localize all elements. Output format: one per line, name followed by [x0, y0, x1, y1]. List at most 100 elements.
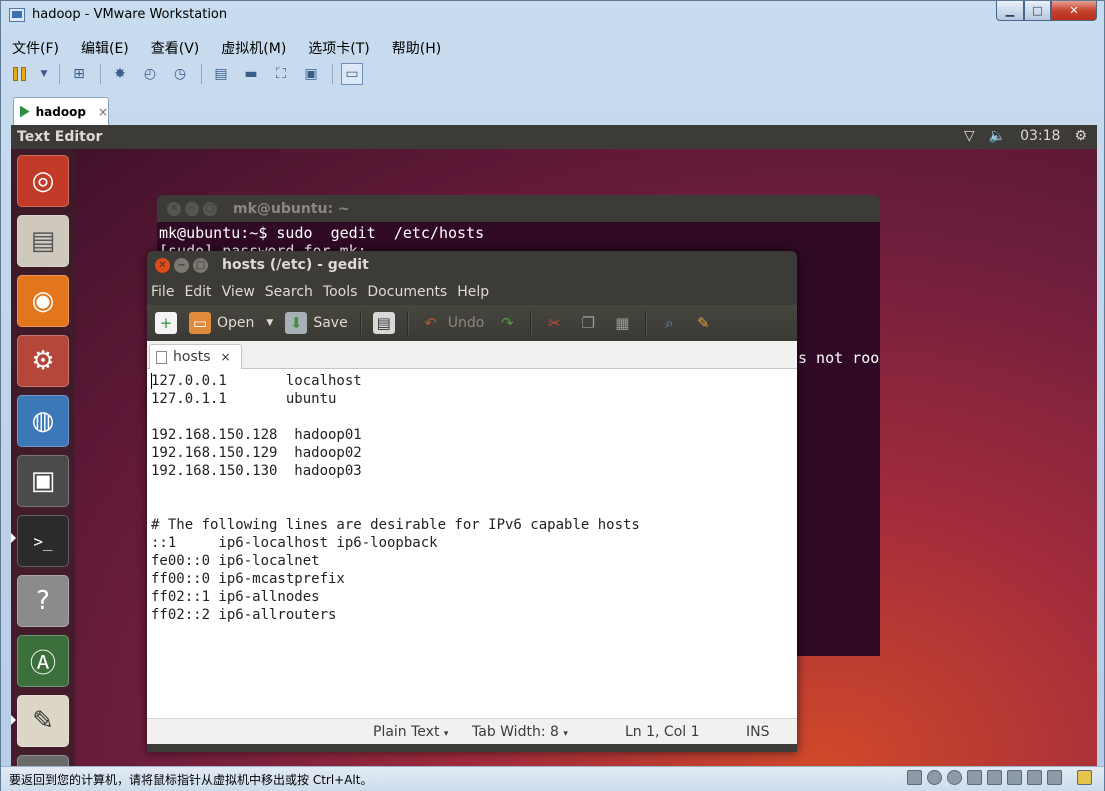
gear-icon[interactable]: ⚙ [1074, 128, 1087, 144]
menu-edit[interactable]: 编辑(E) [78, 37, 132, 59]
stretch-guest-icon[interactable]: ▭ [341, 63, 363, 85]
gedit-statusbar: Plain Text ▾ Tab Width: 8 ▾ Ln 1, Col 1 … [147, 718, 797, 744]
print-button[interactable]: ▤ [372, 312, 395, 334]
help-icon[interactable]: ? [17, 575, 69, 627]
network-icon[interactable] [967, 770, 982, 785]
files-icon[interactable]: ▤ [17, 215, 69, 267]
tab-hadoop[interactable]: hadoop × [13, 97, 109, 125]
paste-button[interactable]: ▦ [611, 312, 633, 334]
system-settings-icon[interactable]: ⚙ [17, 335, 69, 387]
vmware-app-icon [9, 8, 25, 22]
new-document-button[interactable]: + [155, 312, 177, 334]
snapshot-manager-icon[interactable]: ◷ [169, 63, 191, 85]
firefox-icon[interactable]: ◉ [17, 275, 69, 327]
cd-dvd-icon[interactable] [947, 770, 962, 785]
unity-mode-icon[interactable]: ▣ [300, 63, 322, 85]
menu-view[interactable]: 查看(V) [148, 37, 203, 59]
copy-button[interactable]: ❐ [577, 312, 599, 334]
tab-hosts[interactable]: hosts × [149, 344, 242, 369]
dropdown-arrow-icon: ▾ [563, 729, 568, 739]
paste-icon: ▦ [615, 314, 630, 332]
doc-line: 192.168.150.130 hadoop03 [151, 463, 362, 479]
undo-icon: ↶ [424, 314, 437, 332]
hard-disk-icon[interactable] [907, 770, 922, 785]
gedit-menu-edit[interactable]: Edit [184, 284, 211, 300]
workspaces-icon[interactable]: ◍ [17, 395, 69, 447]
menu-vm[interactable]: 虚拟机(M) [218, 37, 289, 59]
gedit-menu-file[interactable]: File [151, 284, 174, 300]
syntax-selector[interactable]: Plain Text ▾ [373, 724, 448, 740]
document-icon [156, 350, 167, 364]
save-disk-icon[interactable]: ▣ [17, 455, 69, 507]
menu-file[interactable]: 文件(F) [9, 37, 62, 59]
display-icon[interactable] [1047, 770, 1062, 785]
status-message: 要返回到您的计算机，请将鼠标指针从虚拟机中移出或按 Ctrl+Alt。 [9, 773, 373, 787]
doc-line: 127.0.1.1 ubuntu [151, 391, 337, 407]
open-button[interactable]: ▭ Open [189, 312, 254, 334]
snapshot-icon[interactable]: ✸ [109, 63, 131, 85]
doc-line: 127.0.0.1 localhost [151, 373, 362, 389]
cd-dvd-icon[interactable] [927, 770, 942, 785]
dash-home-icon[interactable]: ◎ [17, 155, 69, 207]
find-button[interactable]: ⌕ [658, 312, 680, 334]
send-ctrl-alt-del-icon[interactable]: ⊞ [68, 63, 90, 85]
cut-button[interactable]: ✂ [543, 312, 565, 334]
save-button[interactable]: ⬇ Save [285, 312, 348, 334]
doc-line: ff02::2 ip6-allrouters [151, 607, 337, 623]
tab-close-icon[interactable]: × [98, 105, 108, 119]
gedit-menu-tools[interactable]: Tools [323, 284, 358, 300]
insert-mode: INS [746, 724, 770, 740]
minimize-button[interactable]: ▁ [996, 1, 1024, 21]
pause-icon[interactable] [9, 63, 31, 85]
software-updater-icon[interactable]: Ⓐ [17, 635, 69, 687]
text-editor-icon[interactable]: ✎ [17, 695, 69, 747]
open-recent-dropdown[interactable]: ▼ [266, 318, 273, 328]
doc-line: 192.168.150.129 hadoop02 [151, 445, 362, 461]
unity-launcher: ◎ ▤ ◉ ⚙ ◍ ▣ >_ ? Ⓐ ✎ ♲ [11, 149, 75, 766]
message-log-icon[interactable] [1077, 770, 1092, 785]
gedit-tabbar: hosts × [147, 341, 797, 369]
terminal-maximize-icon[interactable]: □ [203, 201, 217, 216]
vmware-toolbar: ▼ ⊞ ✸ ◴ ◷ ▤ ▬ ⛶ ▣ ▭ [9, 61, 1097, 87]
redo-icon: ↷ [500, 314, 514, 332]
maximize-button[interactable]: □ [1024, 1, 1051, 21]
trash-icon[interactable]: ♲ [17, 755, 69, 766]
gedit-menu-search[interactable]: Search [265, 284, 313, 300]
usb-icon[interactable] [987, 770, 1002, 785]
fullscreen-icon[interactable]: ⛶ [270, 63, 292, 85]
volume-icon[interactable]: 🔈 [989, 128, 1006, 144]
gedit-window[interactable]: ✕ − □ hosts (/etc) - gedit File Edit Vie… [147, 251, 797, 752]
printer-icon[interactable] [1007, 770, 1022, 785]
clock[interactable]: 03:18 [1020, 128, 1060, 144]
gedit-menu-documents[interactable]: Documents [367, 284, 447, 300]
terminal-minimize-icon[interactable]: − [185, 201, 199, 216]
find-replace-button[interactable]: ✎ [692, 312, 714, 334]
sound-icon[interactable] [1027, 770, 1042, 785]
terminal-close-icon[interactable]: ✕ [167, 201, 181, 216]
menu-tabs[interactable]: 选项卡(T) [305, 37, 372, 59]
console-view-icon[interactable]: ▬ [240, 63, 262, 85]
tab-width-selector[interactable]: Tab Width: 8 ▾ [472, 724, 568, 740]
text-editor-area[interactable]: 127.0.0.1 localhost 127.0.1.1 ubuntu​ 192.… [147, 369, 797, 718]
gedit-minimize-icon[interactable]: − [174, 257, 189, 273]
menu-help[interactable]: 帮助(H) [389, 37, 444, 59]
wifi-icon[interactable]: ▽ [964, 128, 975, 144]
new-document-icon: + [155, 312, 177, 334]
gedit-tab-close-icon[interactable]: × [221, 350, 231, 364]
guest-screen[interactable]: Text Editor ▽ 🔈 03:18 ⚙ ◎ ▤ ◉ ⚙ ◍ ▣ >_ ?… [11, 125, 1097, 766]
gedit-toolbar: + ▭ Open ▼ ⬇ Save ▤ ↶ Undo ↷ ✂ ❐ ▦ ⌕ ✎ [147, 305, 797, 341]
gedit-maximize-icon[interactable]: □ [193, 257, 208, 273]
dropdown-arrow-icon[interactable]: ▼ [39, 63, 49, 85]
close-button[interactable]: ✕ [1051, 1, 1097, 21]
gedit-close-icon[interactable]: ✕ [155, 257, 170, 273]
doc-line: ​ [151, 408, 793, 426]
save-label: Save [313, 315, 348, 331]
terminal-icon[interactable]: >_ [17, 515, 69, 567]
gedit-menubar: File Edit View Search Tools Documents He… [147, 279, 797, 305]
gedit-menu-help[interactable]: Help [457, 284, 489, 300]
redo-button[interactable]: ↷ [496, 312, 518, 334]
revert-snapshot-icon[interactable]: ◴ [139, 63, 161, 85]
undo-button[interactable]: ↶ Undo [420, 312, 484, 334]
library-view-icon[interactable]: ▤ [210, 63, 232, 85]
gedit-menu-view[interactable]: View [222, 284, 255, 300]
